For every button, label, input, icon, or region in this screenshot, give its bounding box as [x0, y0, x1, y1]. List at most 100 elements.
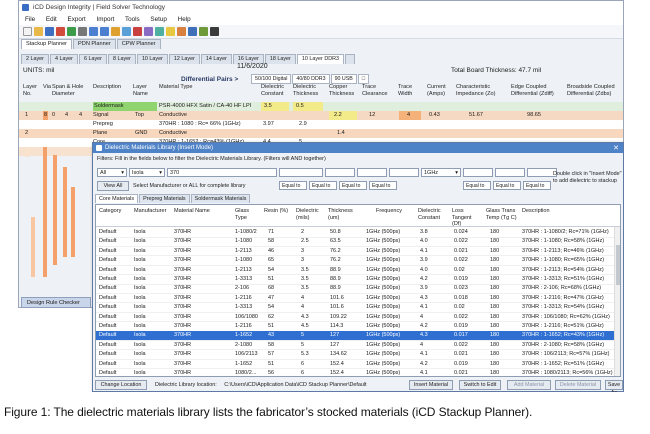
- impedance-icon[interactable]: [155, 27, 164, 36]
- equal-to-select[interactable]: Equal to: [339, 181, 367, 190]
- tab-10-layer[interactable]: 10 Layer: [136, 54, 168, 64]
- add-tab-icon[interactable]: [345, 54, 356, 64]
- material-name-filter-input[interactable]: 370: [167, 168, 277, 177]
- menu-edit[interactable]: Edit: [46, 16, 57, 23]
- design-rule-checker-button[interactable]: Design Rule Checker: [21, 297, 91, 308]
- tab-14-layer[interactable]: 14 Layer: [200, 54, 232, 64]
- table-row[interactable]: Default Isola 370HR 2-1080 58 5 127 1GHz (500ps…: [96, 341, 620, 351]
- category-filter-select[interactable]: All ▾: [97, 168, 127, 177]
- tab-6-layer[interactable]: 6 Layer: [78, 54, 107, 64]
- layers-icon[interactable]: [111, 27, 120, 36]
- col-glass-trans-temp[interactable]: Glass Trans Temp (Tg C): [486, 208, 522, 221]
- col-glass-type[interactable]: Glass Type: [235, 208, 257, 221]
- equal-to-select[interactable]: Equal to: [369, 181, 397, 190]
- table-row[interactable]: Default Isola 370HR 1-1080 58 2.5 63.5 1GHz (50…: [96, 237, 620, 247]
- menu-setup[interactable]: Setup: [150, 16, 166, 23]
- table-row[interactable]: Default Isola 370HR 1-2116 51 4.5 114.3 1GHz (5…: [96, 322, 620, 332]
- stack-cu[interactable]: 1.4: [337, 129, 345, 138]
- stack-dk[interactable]: 3.5: [261, 102, 289, 111]
- add-material-button[interactable]: Add Material: [507, 380, 551, 390]
- help-icon[interactable]: [210, 27, 219, 36]
- col-frequency[interactable]: Frequency: [376, 208, 416, 215]
- change-location-button[interactable]: Change Location: [95, 380, 147, 390]
- save-as-button[interactable]: Save As: [605, 380, 623, 392]
- table-row[interactable]: Default Isola 370HR 1-2116 47 4 101.6 1GHz (500…: [96, 294, 620, 304]
- pdf-icon[interactable]: [56, 27, 65, 36]
- table-row[interactable]: Default Isola 370HR 1-1080 65 3 76.2 1GHz (500p…: [96, 256, 620, 266]
- settings-icon[interactable]: [188, 27, 197, 36]
- dielectric-filter-input[interactable]: [357, 168, 387, 177]
- stack-row-plane-gnd[interactable]: 2 Plane GND Conductive 1.4: [19, 129, 623, 138]
- report-icon[interactable]: [177, 27, 186, 36]
- col-resin[interactable]: Resin (%): [264, 208, 292, 215]
- tab-8-layer[interactable]: 8 Layer: [107, 54, 136, 64]
- tab-stackup-planner[interactable]: Stackup Planner: [21, 39, 73, 49]
- glass-type-filter-input[interactable]: [279, 168, 323, 177]
- view-all-button[interactable]: View All: [97, 181, 129, 191]
- col-manufacturer[interactable]: Manufacturer: [134, 208, 172, 215]
- table-row[interactable]: Default Isola 370HR 1-1652 43 5 127 1GHz (500ps…: [96, 331, 620, 341]
- col-category[interactable]: Category: [99, 208, 139, 215]
- equal-to-select[interactable]: Equal to: [523, 181, 551, 190]
- open-folder-icon[interactable]: [34, 27, 43, 36]
- redo-icon[interactable]: [100, 27, 109, 36]
- table-row[interactable]: Default Isola 370HR 106/2113 57 5.3 134.62 1GHz…: [96, 350, 620, 360]
- stack-dk[interactable]: 3.97: [263, 120, 274, 129]
- tab-prepreg-materials[interactable]: Prepreg Materials: [139, 194, 190, 203]
- insert-material-button[interactable]: Insert Material: [409, 380, 453, 390]
- table-row[interactable]: Default Isola 370HR 106/1080 62 4.3 109.22 1GHz…: [96, 313, 620, 323]
- stack-row-prepreg[interactable]: Prepreg 370HR : 1080 : Rc= 66% (1GHz) 3.…: [19, 120, 623, 129]
- close-icon[interactable]: ✕: [613, 144, 619, 152]
- stack-dt[interactable]: 0.5: [293, 102, 323, 111]
- equal-to-select[interactable]: Equal to: [463, 181, 491, 190]
- tab-4-layer[interactable]: 4 Layer: [49, 54, 78, 64]
- col-dielectric-mils[interactable]: Dielectric (mils): [296, 208, 326, 221]
- thickness-filter-input[interactable]: [389, 168, 419, 177]
- insert-layer-icon[interactable]: [122, 27, 131, 36]
- frequency-filter-select[interactable]: 1GHz ▾: [421, 168, 461, 177]
- table-row[interactable]: Default Isola 370HR 1-2113 46 3 76.2 1GHz (500p…: [96, 247, 620, 257]
- table-row[interactable]: Default Isola 370HR 1-1080/2 71 2 50.8 1GHz (50…: [96, 228, 620, 238]
- equal-to-select[interactable]: Equal to: [279, 181, 307, 190]
- tab-18-layer[interactable]: 18 Layer: [264, 54, 296, 64]
- scrollbar-thumb[interactable]: [616, 245, 620, 285]
- table-row[interactable]: Default Isola 370HR 1-3313 51 3.5 88.9 1GHz (50…: [96, 275, 620, 285]
- menu-import[interactable]: Import: [96, 16, 114, 23]
- tab-core-materials[interactable]: Core Materials: [95, 194, 139, 203]
- resin-filter-input[interactable]: [325, 168, 355, 177]
- new-file-icon[interactable]: [23, 27, 32, 36]
- stack-dt[interactable]: 2.9: [299, 120, 307, 129]
- via-icon[interactable]: [199, 27, 208, 36]
- stack-row-soldermask[interactable]: Soldermask PSR-4000 HFX Satin / CA-40 HF…: [19, 102, 623, 111]
- col-thickness-um[interactable]: Thickness (um): [328, 208, 358, 221]
- col-loss-tangent[interactable]: Loss Tangent (Df): [452, 208, 482, 228]
- excel-icon[interactable]: [67, 27, 76, 36]
- print-icon[interactable]: [78, 27, 87, 36]
- tab-pdn-planner[interactable]: PDN Planner: [73, 39, 116, 49]
- save-icon[interactable]: [45, 27, 54, 36]
- menu-tools[interactable]: Tools: [125, 16, 140, 23]
- table-row[interactable]: Default Isola 370HR 2-106 68 3.5 88.9 1GHz (500…: [96, 284, 620, 294]
- table-row[interactable]: Default Isola 370HR 1-1652 51 6 152.4 1GHz (500…: [96, 360, 620, 370]
- menu-file[interactable]: File: [25, 16, 35, 23]
- switch-to-edit-button[interactable]: Switch to Edit: [459, 380, 501, 390]
- lightbulb-icon[interactable]: [166, 27, 175, 36]
- tab-10-layer-ddr3[interactable]: 10 Layer DDR3: [296, 54, 345, 64]
- stack-clr[interactable]: 12: [369, 111, 375, 120]
- manufacturer-filter-select[interactable]: Isola ▾: [129, 168, 165, 177]
- table-row[interactable]: Default Isola 370HR 1-3313 54 4 101.6 1GHz (500…: [96, 303, 620, 313]
- stack-row-signal-top[interactable]: 1 8 0 4 4 Signal Top Conductive 2.2 12 4…: [19, 111, 623, 120]
- col-material-name[interactable]: Material Name: [174, 208, 234, 215]
- vertical-scrollbar[interactable]: [614, 227, 620, 376]
- table-row[interactable]: Default Isola 370HR 1-2113 54 3.5 88.9 1GHz (50…: [96, 266, 620, 276]
- stack-cu[interactable]: 2.2: [329, 111, 357, 120]
- col-description[interactable]: Description: [522, 208, 612, 215]
- menu-export[interactable]: Export: [68, 16, 86, 23]
- delete-material-button[interactable]: Delete Material: [555, 380, 601, 390]
- tab-12-layer[interactable]: 12 Layer: [168, 54, 200, 64]
- df-filter-input[interactable]: [495, 168, 525, 177]
- equal-to-select[interactable]: Equal to: [493, 181, 521, 190]
- tab-soldermask-materials[interactable]: Soldermask Materials: [190, 194, 251, 203]
- tab-2-layer[interactable]: 2 Layer: [21, 54, 49, 64]
- undo-icon[interactable]: [89, 27, 98, 36]
